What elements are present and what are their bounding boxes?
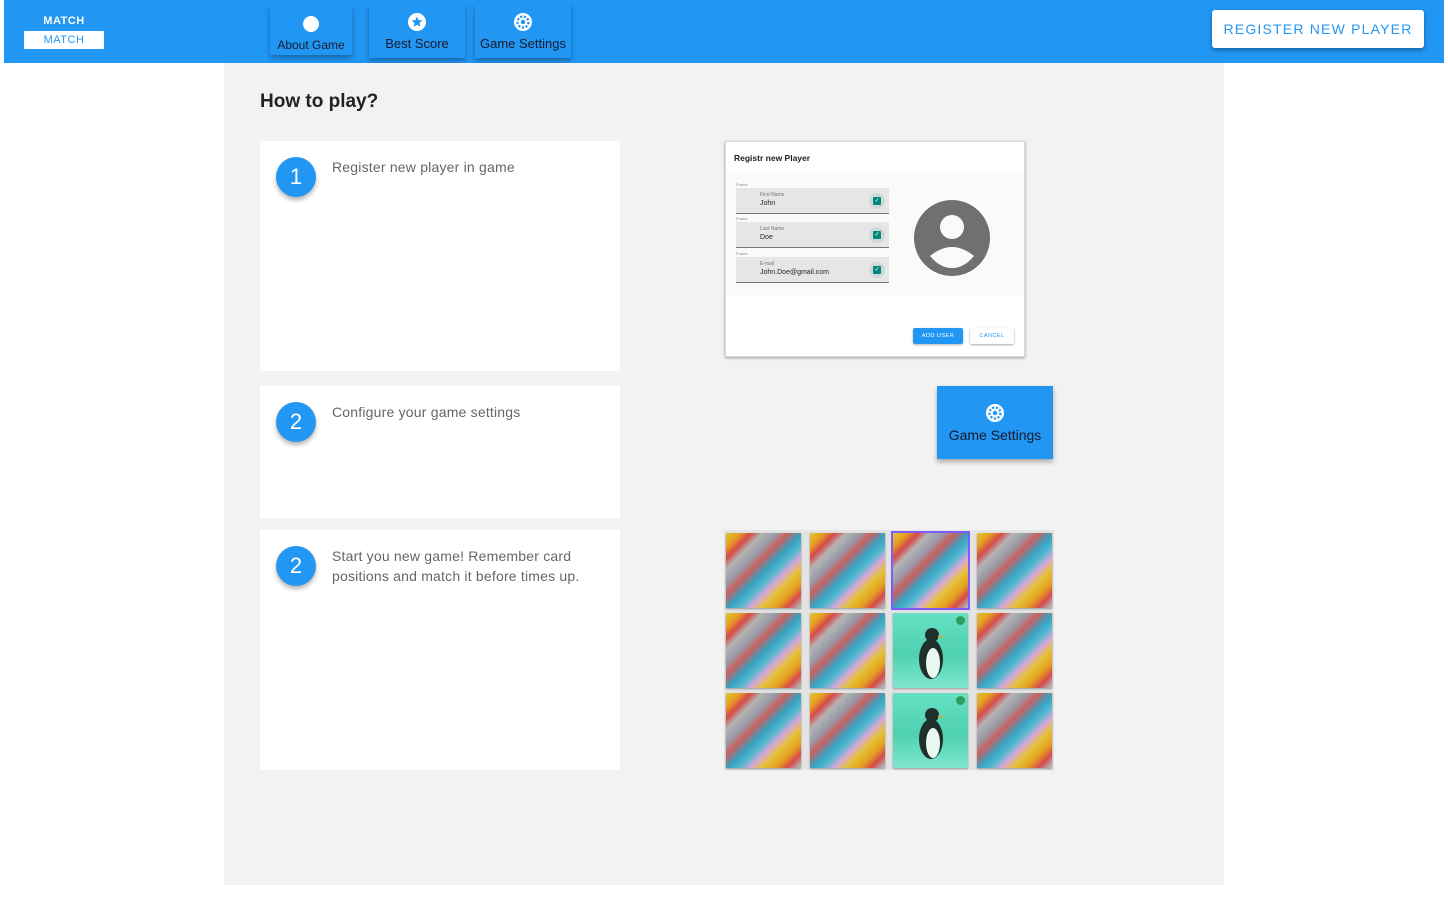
game-board-preview — [724, 530, 1054, 770]
field-caption: Frame — [736, 251, 748, 256]
field-label: First Name — [760, 192, 785, 198]
match-check-icon — [956, 616, 965, 625]
card-face-up — [893, 693, 968, 768]
step-number: 2 — [276, 546, 316, 586]
cancel-button: CANCEL — [970, 328, 1014, 344]
card-face-down — [976, 613, 1052, 688]
register-dialog-preview: Registr new Player Frame First Name John… — [725, 141, 1025, 357]
penguin-icon — [919, 628, 944, 679]
check-icon: ✓ — [869, 193, 885, 209]
card-face-down — [976, 533, 1052, 608]
card-face-down — [726, 533, 801, 608]
email-field: E-mail John.Doe@gmail.com ✓ — [736, 257, 889, 283]
nav-game-settings-label: Game Settings — [480, 36, 566, 51]
field-value: John — [760, 200, 776, 207]
step-card-2: 2 Configure your game settings — [260, 386, 620, 518]
card-face-down — [809, 613, 885, 688]
field-caption: Frame — [736, 216, 748, 221]
step-card-3: 2 Start you new game! Remember card posi… — [260, 530, 620, 770]
field-value: Doe — [760, 234, 773, 241]
nav-about-game[interactable]: About Game — [270, 6, 352, 55]
step-number: 2 — [276, 402, 316, 442]
main-content: How to play? 1 Register new player in ga… — [224, 63, 1224, 885]
match-check-icon — [956, 696, 965, 705]
logo-line-2: MATCH — [24, 31, 104, 49]
logo-line-1: MATCH — [43, 15, 85, 27]
nav-best-score-label: Best Score — [385, 36, 449, 51]
field-caption: Frame — [736, 182, 748, 187]
add-user-button: ADD USER — [913, 328, 963, 344]
register-new-player-button[interactable]: REGISTER NEW PLAYER — [1212, 10, 1424, 48]
card-face-down — [809, 693, 885, 768]
check-icon: ✓ — [869, 262, 885, 278]
step-number: 1 — [276, 157, 316, 197]
first-name-field: First Name John ✓ — [736, 188, 889, 214]
field-label: Last Name — [760, 226, 785, 232]
nav-best-score[interactable]: Best Score — [369, 4, 465, 58]
penguin-icon — [919, 708, 944, 759]
nav-about-game-label: About Game — [277, 38, 345, 52]
card-face-down — [726, 693, 801, 768]
card-face-down — [891, 531, 970, 610]
game-settings-preview-label: Game Settings — [948, 427, 1042, 443]
card-face-up — [893, 613, 968, 688]
avatar-icon — [914, 200, 990, 276]
gear-icon — [986, 404, 1004, 422]
field-label: E-mail — [760, 261, 775, 267]
step-text: Configure your game settings — [332, 404, 521, 420]
step-text: Start you new game! Remember card positi… — [332, 548, 580, 584]
logo[interactable]: MATCH MATCH — [24, 14, 104, 49]
step-text: Register new player in game — [332, 159, 515, 175]
card-face-down — [809, 533, 885, 608]
check-icon: ✓ — [869, 227, 885, 243]
nav-game-settings[interactable]: Game Settings — [475, 4, 571, 58]
gear-icon — [514, 13, 532, 31]
circle-icon — [303, 16, 319, 32]
last-name-field: Last Name Doe ✓ — [736, 222, 889, 248]
card-face-down — [726, 613, 801, 688]
page-title: How to play? — [260, 91, 379, 112]
game-settings-button-preview: Game Settings — [937, 386, 1053, 459]
field-value: John.Doe@gmail.com — [760, 269, 829, 276]
top-bar: MATCH MATCH About Game Best Score Game S… — [4, 0, 1444, 63]
dialog-title: Registr new Player — [734, 153, 811, 163]
star-badge-icon — [408, 13, 426, 31]
card-face-down — [976, 693, 1052, 768]
step-card-1: 1 Register new player in game — [260, 141, 620, 371]
